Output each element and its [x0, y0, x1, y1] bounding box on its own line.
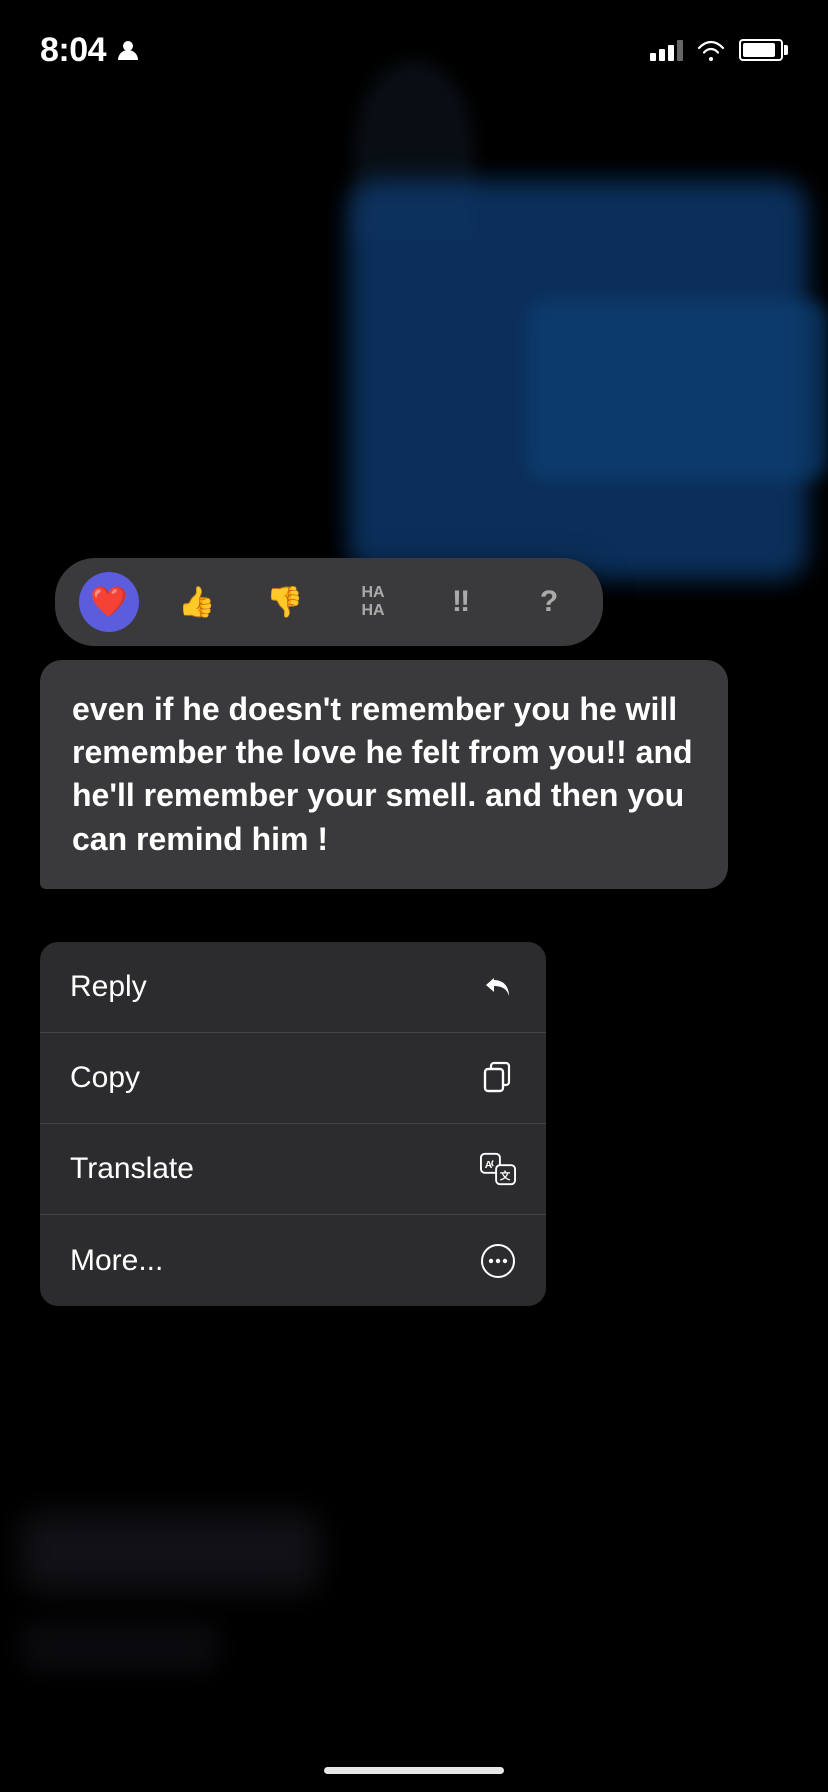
reaction-haha-button[interactable]: HAHA: [343, 572, 403, 632]
thumbsdown-emoji: 👎: [266, 585, 303, 620]
message-text: even if he doesn't remember you he will …: [72, 688, 696, 861]
copy-label: Copy: [70, 1061, 140, 1095]
copy-menu-item[interactable]: Copy: [40, 1033, 546, 1124]
reaction-question-button[interactable]: ?: [519, 572, 579, 632]
more-label: More...: [70, 1244, 163, 1278]
wifi-icon: [697, 40, 725, 60]
context-menu: Reply Copy Translate A 文: [40, 942, 546, 1306]
message-bubble: even if he doesn't remember you he will …: [40, 660, 728, 889]
reaction-bar: ❤️ 👍 👎 HAHA ‼ ?: [55, 558, 603, 646]
status-bar: 8:04: [0, 0, 828, 80]
time-display: 8:04: [40, 31, 106, 70]
reaction-thumbsup-button[interactable]: 👍: [167, 572, 227, 632]
translate-menu-item[interactable]: Translate A 文: [40, 1124, 546, 1215]
svg-text:文: 文: [499, 1169, 511, 1182]
copy-icon: [480, 1060, 516, 1096]
more-icon: [480, 1243, 516, 1279]
person-icon: [114, 36, 142, 64]
dark-overlay: [0, 0, 828, 1792]
reaction-heart-button[interactable]: ❤️: [79, 572, 139, 632]
translate-label: Translate: [70, 1152, 194, 1186]
battery-icon: [739, 39, 788, 61]
home-indicator: [324, 1767, 504, 1774]
more-menu-item[interactable]: More...: [40, 1215, 546, 1306]
signal-icon: [650, 39, 683, 61]
haha-label: HAHA: [361, 584, 384, 619]
reply-label: Reply: [70, 970, 147, 1004]
heart-emoji: ❤️: [90, 585, 127, 620]
translate-icon: A 文: [480, 1151, 516, 1187]
thumbsup-emoji: 👍: [178, 585, 215, 620]
status-icons: [650, 39, 788, 61]
reaction-thumbsdown-button[interactable]: 👎: [255, 572, 315, 632]
exclaim-label: ‼: [452, 585, 470, 619]
reply-icon: [480, 969, 516, 1005]
status-time: 8:04: [40, 31, 142, 70]
reaction-exclaim-button[interactable]: ‼: [431, 572, 491, 632]
question-label: ?: [540, 585, 558, 619]
reply-menu-item[interactable]: Reply: [40, 942, 546, 1033]
